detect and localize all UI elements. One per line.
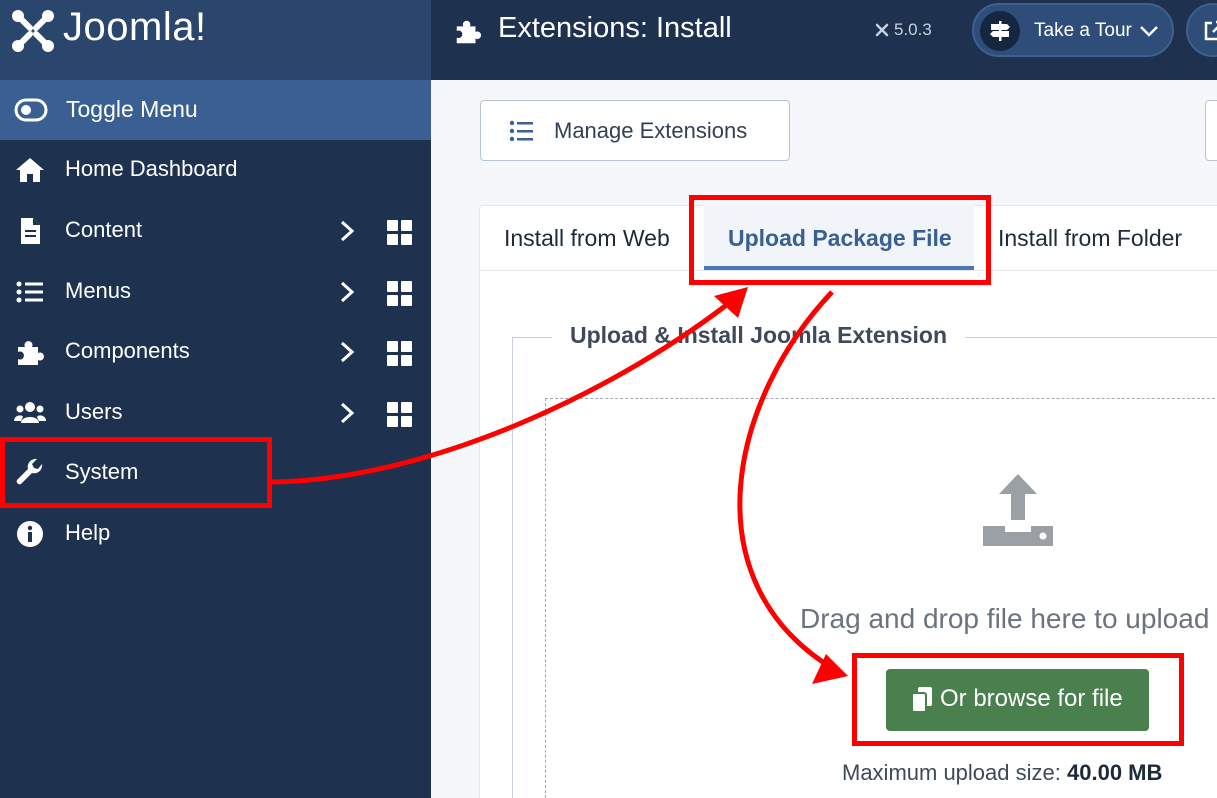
signpost-icon [980,11,1020,51]
sidebar-item-help[interactable]: Help [0,504,431,564]
sidebar-item-menus[interactable]: Menus [0,262,431,322]
take-a-tour-label: Take a Tour [1034,20,1132,41]
sidebar-item-label: Help [65,520,111,545]
max-upload-size: Maximum upload size: 40.00 MB [842,760,1162,786]
puzzle-icon [456,20,482,44]
external-link-button[interactable] [1186,3,1217,57]
users-icon [14,402,46,423]
tab-install-from-folder[interactable]: Install from Folder [998,225,1182,252]
toggle-menu-label: Toggle Menu [66,96,198,122]
annotation-box-browse-button [852,653,1184,746]
sidebar-item-home-dashboard[interactable]: Home Dashboard [0,140,431,200]
brand-name: Joomla! [63,5,207,49]
file-icon [21,218,40,244]
sidebar-item-content[interactable]: Content [0,201,431,261]
toolbar-right-button[interactable] [1205,100,1217,161]
sidebar-item-components[interactable]: Components [0,322,431,382]
dashboard-grid-icon[interactable] [386,340,414,368]
chevron-right-icon[interactable] [336,402,358,424]
chevron-right-icon[interactable] [336,220,358,242]
sidebar-item-label: Menus [65,278,132,303]
home-icon [16,158,44,182]
dashboard-grid-icon[interactable] [386,219,414,247]
top-header: Extensions: Install 5.0.3 Take a Tour [431,0,1217,80]
joomla-logo-icon [12,10,54,52]
info-icon [17,521,43,547]
chevron-down-icon [1140,26,1158,37]
annotation-box-upload-tab [689,195,991,285]
list-icon [509,120,533,142]
upload-icon [983,474,1053,546]
page-title: Extensions: Install [498,12,732,44]
sidebar-item-label: Home Dashboard [65,156,238,181]
list-icon [16,281,43,303]
upload-legend: Upload & Install Joomla Extension [552,322,966,349]
version-number: 5.0.3 [894,20,932,39]
annotation-box-system [0,437,272,508]
chevron-right-icon[interactable] [336,341,358,363]
chevron-right-icon[interactable] [336,281,358,303]
joomla-version-icon [875,23,889,37]
take-a-tour-button[interactable]: Take a Tour [972,3,1174,57]
toggle-menu-button[interactable]: Toggle Menu [0,80,431,140]
sidebar-item-users[interactable]: Users [0,383,431,443]
sidebar-item-label: Content [65,217,143,242]
toolbar: Manage Extensions [431,80,1217,182]
manage-extensions-button[interactable]: Manage Extensions [480,100,790,161]
max-upload-label: Maximum upload size: [842,760,1061,785]
toggle-icon [14,98,48,122]
dashboard-grid-icon[interactable] [386,280,414,308]
sidebar-item-label: Components [65,338,190,363]
brand-bar: Joomla! [0,0,431,80]
manage-extensions-label: Manage Extensions [554,118,748,143]
sidebar-item-label: Users [65,399,123,424]
external-link-icon [1204,20,1217,41]
sidebar: Joomla! Toggle Menu Home Dashboard Conte… [0,0,431,798]
tab-install-from-web[interactable]: Install from Web [504,225,670,252]
puzzle-icon [18,341,44,365]
dashboard-grid-icon[interactable] [386,401,414,429]
max-upload-value: 40.00 MB [1067,760,1163,785]
drag-drop-text: Drag and drop file here to upload [800,603,1210,634]
